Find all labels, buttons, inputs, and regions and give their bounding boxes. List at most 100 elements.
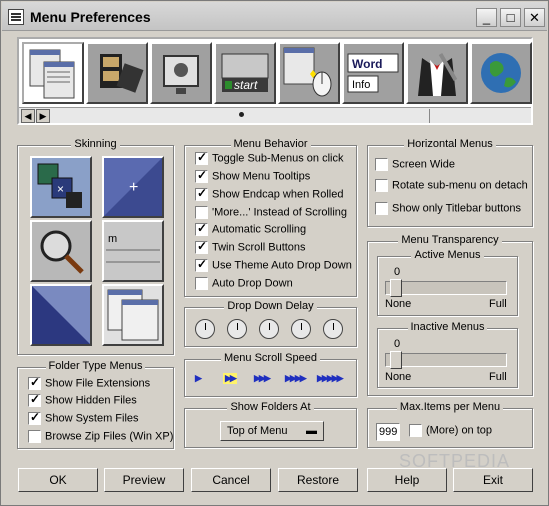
show-menu-tooltips-checkbox[interactable]: Show Menu Tooltips [195,168,310,186]
info-label: Info [352,79,370,91]
ok-button[interactable]: OK [18,468,98,492]
drop-down-delay-title: Drop Down Delay [224,300,317,312]
cancel-button[interactable]: Cancel [191,468,271,492]
mouse-click-icon[interactable] [278,42,340,104]
skin-magnifier-icon[interactable] [30,220,92,282]
checkbox-label: Browse Zip Files (Win XP) [45,430,174,443]
scroll-position-dot [239,112,244,117]
more-instead-of-scrolling-checkbox[interactable]: 'More...' Instead of Scrolling [195,206,347,222]
delay-clock-icon-4[interactable] [291,319,311,339]
twin-scroll-buttons-checkbox[interactable]: Twin Scroll Buttons [195,239,306,257]
menu-list-icon[interactable] [22,42,84,104]
delay-clock-icon-3[interactable] [259,319,279,339]
restore-button[interactable]: Restore [278,468,358,492]
checkbox-box[interactable] [195,168,208,183]
menu-behavior-title: Menu Behavior [230,138,311,150]
use-theme-auto-drop-down-checkbox[interactable]: Use Theme Auto Drop Down [195,257,352,275]
show-endcap-checkbox[interactable]: Show Endcap when Rolled [195,186,344,204]
checkbox-box[interactable] [195,150,208,165]
folder-type-menus-title: Folder Type Menus [45,360,146,372]
svg-text:+: + [129,179,138,196]
checkbox-box[interactable] [409,424,422,437]
scroll-left-button[interactable]: ◀ [21,109,35,123]
skin-window-icon[interactable]: × [30,156,92,218]
word-info-icon[interactable]: Word Info [342,42,404,104]
window-title: Menu Preferences [30,9,151,25]
active-slider-thumb[interactable] [390,279,402,297]
checkbox-box[interactable] [28,430,41,443]
tuxedo-icon[interactable] [406,42,468,104]
watermark: SOFTPEDIA [399,451,511,471]
menu-preferences-window: Menu Preferences _ □ ✕ start Word Info ◀… [0,0,549,506]
checkbox-box[interactable] [195,277,208,290]
close-button[interactable]: ✕ [524,8,545,27]
inactive-menus-title: Inactive Menus [407,321,488,333]
delay-clock-icon-5[interactable] [323,319,343,339]
theme-strip-scrollbar[interactable]: ◀ ▶ [19,107,531,123]
skin-menu-text-icon[interactable]: m [102,220,164,282]
checkbox-label: 'More...' Instead of Scrolling [212,206,348,219]
globe-icon[interactable] [470,42,532,104]
checkbox-label: Toggle Sub-Menus on click [212,152,344,165]
skin-diagonal-icon[interactable] [30,284,92,346]
titlebar-buttons-checkbox[interactable]: Show only Titlebar buttons [375,202,521,218]
checkbox-box[interactable] [375,202,388,215]
checkbox-box[interactable] [195,221,208,236]
checkbox-label: Show Hidden Files [45,394,137,407]
delay-clock-icon-1[interactable] [195,319,215,339]
checkbox-box[interactable] [28,375,41,390]
checkbox-box[interactable] [28,410,41,425]
checkbox-label: Automatic Scrolling [212,223,307,236]
checkbox-box[interactable] [195,186,208,201]
scroll-right-button[interactable]: ▶ [36,109,50,123]
svg-text:×: × [57,182,64,196]
show-system-files-checkbox[interactable]: Show System Files [28,410,139,428]
automatic-scrolling-checkbox[interactable]: Automatic Scrolling [195,221,307,239]
theme-strip: start Word Info ◀ ▶ [17,37,533,125]
checkbox-label: Show Endcap when Rolled [212,188,344,201]
inactive-transparency-slider[interactable] [385,353,507,367]
dropdown-value: Top of Menu [227,425,288,437]
toggle-submenus-checkbox[interactable]: Toggle Sub-Menus on click [195,150,344,168]
rotate-submenu-checkbox[interactable]: Rotate sub-menu on detach [375,179,528,195]
checkbox-box[interactable] [375,158,388,171]
minimize-button[interactable]: _ [476,8,497,27]
inactive-slider-thumb[interactable] [390,351,402,369]
checkbox-label: Screen Wide [392,158,455,171]
checkbox-box[interactable] [28,392,41,407]
active-max-label: Full [489,298,507,310]
max-items-title: Max.Items per Menu [396,401,504,413]
show-file-extensions-checkbox[interactable]: Show File Extensions [28,375,150,393]
delay-clock-icon-2[interactable] [227,319,247,339]
checkbox-box[interactable] [195,206,208,219]
skin-menu-stack-icon[interactable] [102,284,164,346]
speed-5-arrow-icon[interactable]: ▶▶▶▶▶ [317,373,344,384]
maximize-button[interactable]: □ [500,8,521,27]
browse-zip-files-checkbox[interactable]: Browse Zip Files (Win XP) [28,430,173,446]
checkbox-box[interactable] [195,239,208,254]
menu-transparency-title: Menu Transparency [398,234,502,246]
start-menu-icon[interactable]: start [214,42,276,104]
speed-2-arrow-icon[interactable]: ▶▶ [223,373,237,384]
show-hidden-files-checkbox[interactable]: Show Hidden Files [28,392,137,410]
menu-scroll-speed-title: Menu Scroll Speed [221,352,320,364]
skin-plus-icon[interactable]: + [102,156,164,218]
active-transparency-slider[interactable] [385,281,507,295]
show-folders-at-dropdown[interactable]: Top of Menu ▬ [220,421,324,441]
speed-3-arrow-icon[interactable]: ▶▶▶ [254,373,271,384]
inactive-max-label: Full [489,371,507,383]
speed-1-arrow-icon[interactable]: ▶ [195,373,202,384]
checkbox-label: Rotate sub-menu on detach [392,179,528,192]
checkbox-box[interactable] [195,257,208,272]
speed-4-arrow-icon[interactable]: ▶▶▶▶ [285,373,307,384]
scroll-divider [429,109,430,123]
checkbox-label: Twin Scroll Buttons [212,241,306,254]
preview-button[interactable]: Preview [104,468,184,492]
screen-wide-checkbox[interactable]: Screen Wide [375,158,455,174]
checkbox-box[interactable] [375,179,388,192]
max-items-input[interactable]: 999 [376,423,400,441]
screen-icon[interactable] [150,42,212,104]
auto-drop-down-checkbox[interactable]: Auto Drop Down [195,277,293,293]
more-on-top-checkbox[interactable]: (More) on top [409,424,492,440]
film-icon[interactable] [86,42,148,104]
